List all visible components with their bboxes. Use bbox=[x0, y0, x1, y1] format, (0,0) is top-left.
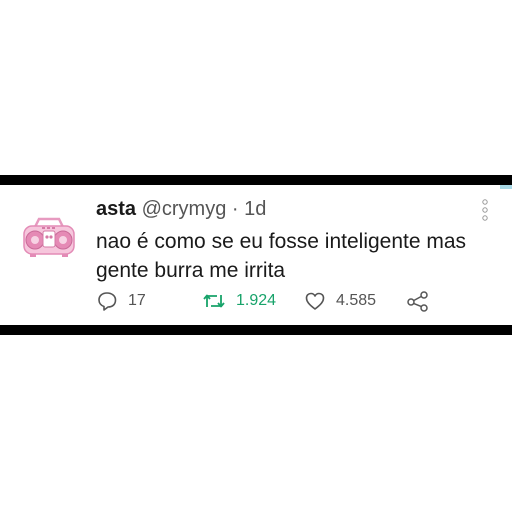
tweet-header: asta @crymyg · 1d bbox=[96, 197, 266, 221]
tweet-timestamp[interactable]: 1d bbox=[244, 198, 266, 220]
like-count: 4.585 bbox=[336, 292, 377, 309]
tweet-text-line: gente burra me irrita bbox=[96, 259, 286, 282]
retweet-button[interactable]: 1.924 bbox=[202, 289, 276, 313]
avatar[interactable] bbox=[18, 207, 80, 269]
vertical-dots-icon bbox=[482, 199, 488, 221]
reply-icon bbox=[98, 292, 117, 311]
retweet-count: 1.924 bbox=[236, 292, 277, 309]
like-button[interactable]: 4.585 bbox=[304, 289, 376, 313]
user-handle[interactable]: @crymyg bbox=[142, 198, 227, 220]
more-options-button[interactable] bbox=[480, 197, 490, 223]
tweet-text-line: nao é como se eu fosse inteligente mas bbox=[96, 230, 467, 253]
reply-count: 17 bbox=[128, 292, 146, 309]
tweet-actions: 17 1.924 4.585 bbox=[96, 289, 436, 313]
share-icon bbox=[407, 291, 428, 312]
boombox-avatar-image bbox=[18, 207, 80, 269]
tweet-card[interactable]: asta @crymyg · 1d nao é como se eu fosse… bbox=[0, 185, 512, 325]
reply-button[interactable]: 17 bbox=[96, 289, 146, 313]
share-button[interactable] bbox=[406, 289, 430, 313]
tweet-text: nao é como se eu fosse inteligente mas g… bbox=[96, 227, 491, 285]
retweet-icon bbox=[203, 294, 225, 308]
header-separator: · bbox=[231, 198, 239, 220]
display-name[interactable]: asta bbox=[96, 198, 136, 220]
heart-icon bbox=[305, 292, 325, 310]
bottom-black-bar bbox=[0, 325, 512, 335]
top-black-bar bbox=[0, 175, 512, 185]
